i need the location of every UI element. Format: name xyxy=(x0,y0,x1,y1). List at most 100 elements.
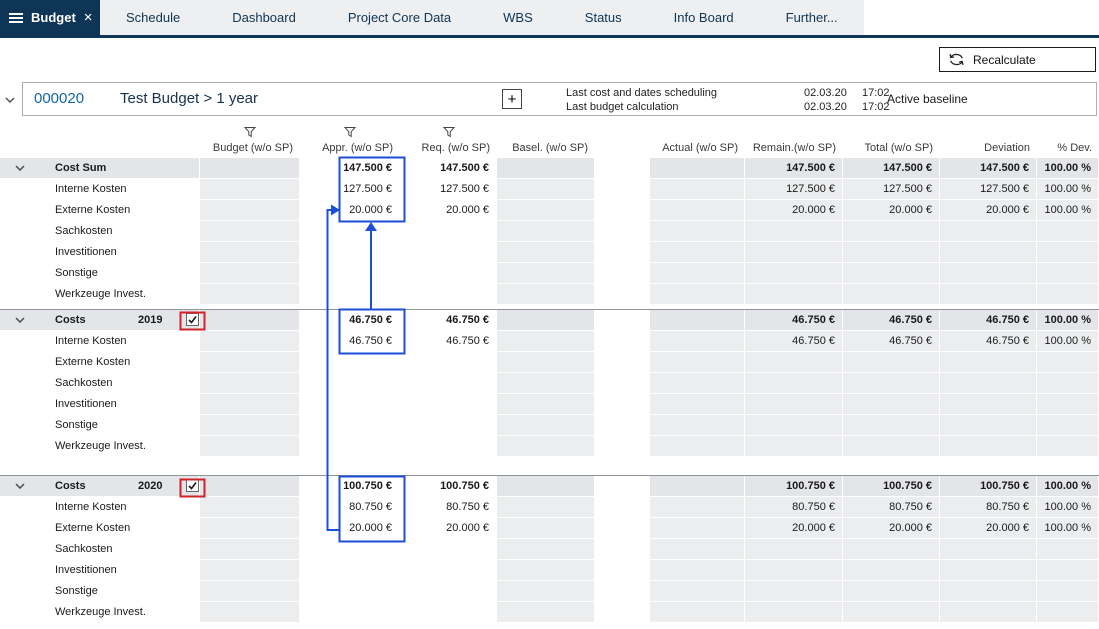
filter-icon[interactable] xyxy=(244,126,257,141)
tab-schedule[interactable]: Schedule xyxy=(100,0,206,35)
cell-appr[interactable] xyxy=(300,284,400,304)
row-label-cell[interactable]: Investitionen xyxy=(0,394,200,414)
cell-req[interactable] xyxy=(400,602,497,622)
row-label-cell[interactable]: Investitionen xyxy=(0,560,200,580)
cell-req[interactable]: 20.000 € xyxy=(400,518,497,538)
chevron-down-icon[interactable] xyxy=(15,483,25,489)
row-label-cell[interactable]: Werkzeuge Invest. xyxy=(0,436,200,456)
table-row[interactable]: Interne Kosten127.500 €127.500 €127.500 … xyxy=(0,179,1099,199)
cell-appr[interactable]: 127.500 € xyxy=(300,179,400,199)
table-row[interactable]: Werkzeuge Invest. xyxy=(0,602,1099,622)
cell-appr[interactable] xyxy=(300,221,400,241)
tab-info-board[interactable]: Info Board xyxy=(648,0,760,35)
tab-wbs[interactable]: WBS xyxy=(477,0,559,35)
row-label-cell[interactable]: Externe Kosten xyxy=(0,200,200,220)
row-label-cell[interactable]: Interne Kosten xyxy=(0,179,200,199)
row-label-cell[interactable]: Sachkosten xyxy=(0,373,200,393)
cell-req[interactable] xyxy=(400,352,497,372)
cell-req[interactable]: 20.000 € xyxy=(400,200,497,220)
cell-appr[interactable] xyxy=(300,539,400,559)
cell-appr[interactable] xyxy=(300,602,400,622)
cell-req[interactable] xyxy=(400,415,497,435)
row-label-cell[interactable]: Sachkosten xyxy=(0,539,200,559)
project-expander-icon[interactable] xyxy=(5,94,15,106)
table-row[interactable]: Werkzeuge Invest. xyxy=(0,436,1099,456)
table-row[interactable]: Interne Kosten80.750 €80.750 €80.750 €80… xyxy=(0,497,1099,517)
row-label-cell[interactable]: Werkzeuge Invest. xyxy=(0,602,200,622)
table-row[interactable]: Externe Kosten xyxy=(0,352,1099,372)
cell-req[interactable] xyxy=(400,436,497,456)
group-row[interactable]: Costs201946.750 €46.750 €46.750 €46.750 … xyxy=(0,309,1099,330)
close-icon[interactable]: × xyxy=(84,9,93,26)
group-label-cell[interactable]: Costs2020 xyxy=(0,476,200,496)
cell-appr[interactable]: 46.750 € xyxy=(300,310,400,330)
table-row[interactable]: Sonstige xyxy=(0,415,1099,435)
cell-appr[interactable] xyxy=(300,352,400,372)
table-row[interactable]: Werkzeuge Invest. xyxy=(0,284,1099,304)
tab-budget[interactable]: Budget × xyxy=(0,0,100,35)
cell-req[interactable]: 80.750 € xyxy=(400,497,497,517)
cell-appr[interactable] xyxy=(300,581,400,601)
tab-dashboard[interactable]: Dashboard xyxy=(206,0,322,35)
cell-appr[interactable]: 46.750 € xyxy=(300,331,400,351)
table-row[interactable]: Sachkosten xyxy=(0,221,1099,241)
tab-status[interactable]: Status xyxy=(559,0,648,35)
cell-req[interactable] xyxy=(400,373,497,393)
table-row[interactable]: Sonstige xyxy=(0,581,1099,601)
chevron-down-icon[interactable] xyxy=(15,317,25,323)
cell-req[interactable]: 100.750 € xyxy=(400,476,497,496)
row-label-cell[interactable]: Externe Kosten xyxy=(0,352,200,372)
group-label-cell[interactable]: Cost Sum xyxy=(0,158,200,178)
cell-req[interactable] xyxy=(400,242,497,262)
table-row[interactable]: Investitionen xyxy=(0,560,1099,580)
table-row[interactable]: Sonstige xyxy=(0,263,1099,283)
cell-req[interactable]: 127.500 € xyxy=(400,179,497,199)
table-row[interactable]: Sachkosten xyxy=(0,539,1099,559)
row-label-cell[interactable]: Sonstige xyxy=(0,415,200,435)
cell-appr[interactable]: 147.500 € xyxy=(300,158,400,178)
table-row[interactable]: Investitionen xyxy=(0,394,1099,414)
cell-req[interactable] xyxy=(400,539,497,559)
row-label-cell[interactable]: Sachkosten xyxy=(0,221,200,241)
table-row[interactable]: Interne Kosten46.750 €46.750 €46.750 €46… xyxy=(0,331,1099,351)
cell-appr[interactable]: 20.000 € xyxy=(300,518,400,538)
cell-req[interactable]: 46.750 € xyxy=(400,310,497,330)
row-label-cell[interactable]: Interne Kosten xyxy=(0,497,200,517)
cell-req[interactable] xyxy=(400,221,497,241)
cell-appr[interactable] xyxy=(300,560,400,580)
chevron-down-icon[interactable] xyxy=(15,165,25,171)
row-label-cell[interactable]: Investitionen xyxy=(0,242,200,262)
cell-req[interactable] xyxy=(400,560,497,580)
cell-req[interactable] xyxy=(400,581,497,601)
cell-appr[interactable] xyxy=(300,415,400,435)
table-row[interactable]: Investitionen xyxy=(0,242,1099,262)
cell-appr[interactable] xyxy=(300,242,400,262)
row-label-cell[interactable]: Sonstige xyxy=(0,263,200,283)
filter-icon[interactable] xyxy=(344,126,357,141)
table-row[interactable]: Sachkosten xyxy=(0,373,1099,393)
cell-req[interactable] xyxy=(400,263,497,283)
cell-appr[interactable] xyxy=(300,436,400,456)
group-checkbox[interactable] xyxy=(186,313,199,326)
cell-req[interactable]: 46.750 € xyxy=(400,331,497,351)
row-label-cell[interactable]: Werkzeuge Invest. xyxy=(0,284,200,304)
row-label-cell[interactable]: Sonstige xyxy=(0,581,200,601)
cell-appr[interactable]: 20.000 € xyxy=(300,200,400,220)
filter-icon[interactable] xyxy=(442,126,455,141)
group-row[interactable]: Cost Sum147.500 €147.500 €147.500 €147.5… xyxy=(0,158,1099,178)
tab-further[interactable]: Further... xyxy=(760,0,864,35)
cell-req[interactable] xyxy=(400,284,497,304)
row-label-cell[interactable]: Externe Kosten xyxy=(0,518,200,538)
cell-req[interactable]: 147.500 € xyxy=(400,158,497,178)
add-button[interactable]: + xyxy=(502,89,522,109)
group-checkbox[interactable] xyxy=(186,479,199,492)
table-row[interactable]: Externe Kosten20.000 €20.000 €20.000 €20… xyxy=(0,518,1099,538)
group-label-cell[interactable]: Costs2019 xyxy=(0,310,200,330)
group-row[interactable]: Costs2020100.750 €100.750 €100.750 €100.… xyxy=(0,475,1099,496)
table-row[interactable]: Externe Kosten20.000 €20.000 €20.000 €20… xyxy=(0,200,1099,220)
cell-appr[interactable] xyxy=(300,373,400,393)
cell-appr[interactable] xyxy=(300,394,400,414)
row-label-cell[interactable]: Interne Kosten xyxy=(0,331,200,351)
cell-appr[interactable]: 80.750 € xyxy=(300,497,400,517)
menu-icon[interactable] xyxy=(9,13,23,23)
